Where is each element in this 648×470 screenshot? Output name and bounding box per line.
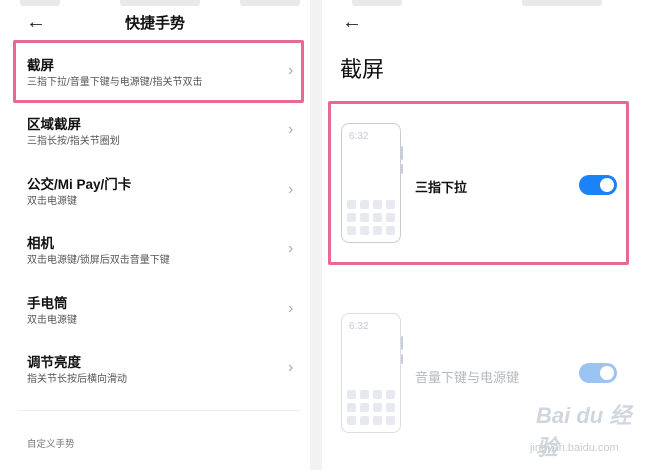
phone-time: 6:32 [349, 321, 369, 332]
gesture-list-screen: ← 快捷手势 截屏 三指下拉/音量下键与电源键/指关节双击 › 区域截屏 三指长… [0, 0, 310, 470]
status-bar-fragment [120, 0, 200, 6]
page-title: 截屏 [340, 57, 385, 82]
chevron-right-icon: › [288, 121, 294, 138]
item-title: 调节亮度 [27, 355, 81, 370]
item-subtitle: 双击电源键/锁屏后双击音量下键 [27, 255, 170, 266]
list-item-flashlight[interactable]: 手电筒 双击电源键 › [0, 290, 305, 348]
item-title: 手电筒 [27, 296, 68, 311]
section-divider [18, 410, 300, 411]
list-item-transit-card[interactable]: 公交/Mi Pay/门卡 双击电源键 › [0, 171, 305, 229]
page-title: 快捷手势 [124, 15, 185, 32]
item-title: 公交/Mi Pay/门卡 [27, 177, 132, 192]
item-subtitle: 双击电源键 [27, 315, 77, 326]
item-subtitle: 三指长按/指关节圈划 [27, 136, 120, 147]
list-item-brightness[interactable]: 调节亮度 指关节长按后横向滑动 › [0, 349, 305, 407]
phone-illustration-icon: 6:32 [341, 313, 403, 433]
item-title: 相机 [27, 236, 54, 251]
toggle-switch-icon[interactable] [579, 363, 617, 383]
status-bar-fragment [522, 0, 602, 6]
watermark-url: jingyan.baidu.com [530, 442, 619, 454]
option-label: 音量下键与电源键 [415, 370, 520, 385]
app-grid [347, 390, 395, 425]
item-subtitle: 双击电源键 [27, 196, 77, 207]
item-title: 区域截屏 [27, 117, 81, 132]
chevron-right-icon: › [288, 359, 294, 376]
phone-side-button [401, 336, 403, 350]
chevron-right-icon: › [288, 181, 294, 198]
chevron-right-icon: › [288, 300, 294, 317]
highlight-box [328, 101, 629, 265]
chevron-right-icon: › [288, 240, 294, 257]
phone-side-button [401, 354, 403, 364]
status-bar-fragment [20, 0, 60, 6]
highlight-box [13, 40, 304, 103]
list-item-area-screenshot[interactable]: 区域截屏 三指长按/指关节圈划 › [0, 111, 305, 169]
status-bar-fragment [240, 0, 300, 6]
status-bar-fragment [352, 0, 402, 6]
list-item-camera[interactable]: 相机 双击电源键/锁屏后双击音量下键 › [0, 230, 305, 288]
back-arrow-icon[interactable]: ← [342, 12, 362, 32]
section-label: 自定义手势 [27, 439, 75, 450]
item-subtitle: 指关节长按后横向滑动 [27, 374, 127, 385]
